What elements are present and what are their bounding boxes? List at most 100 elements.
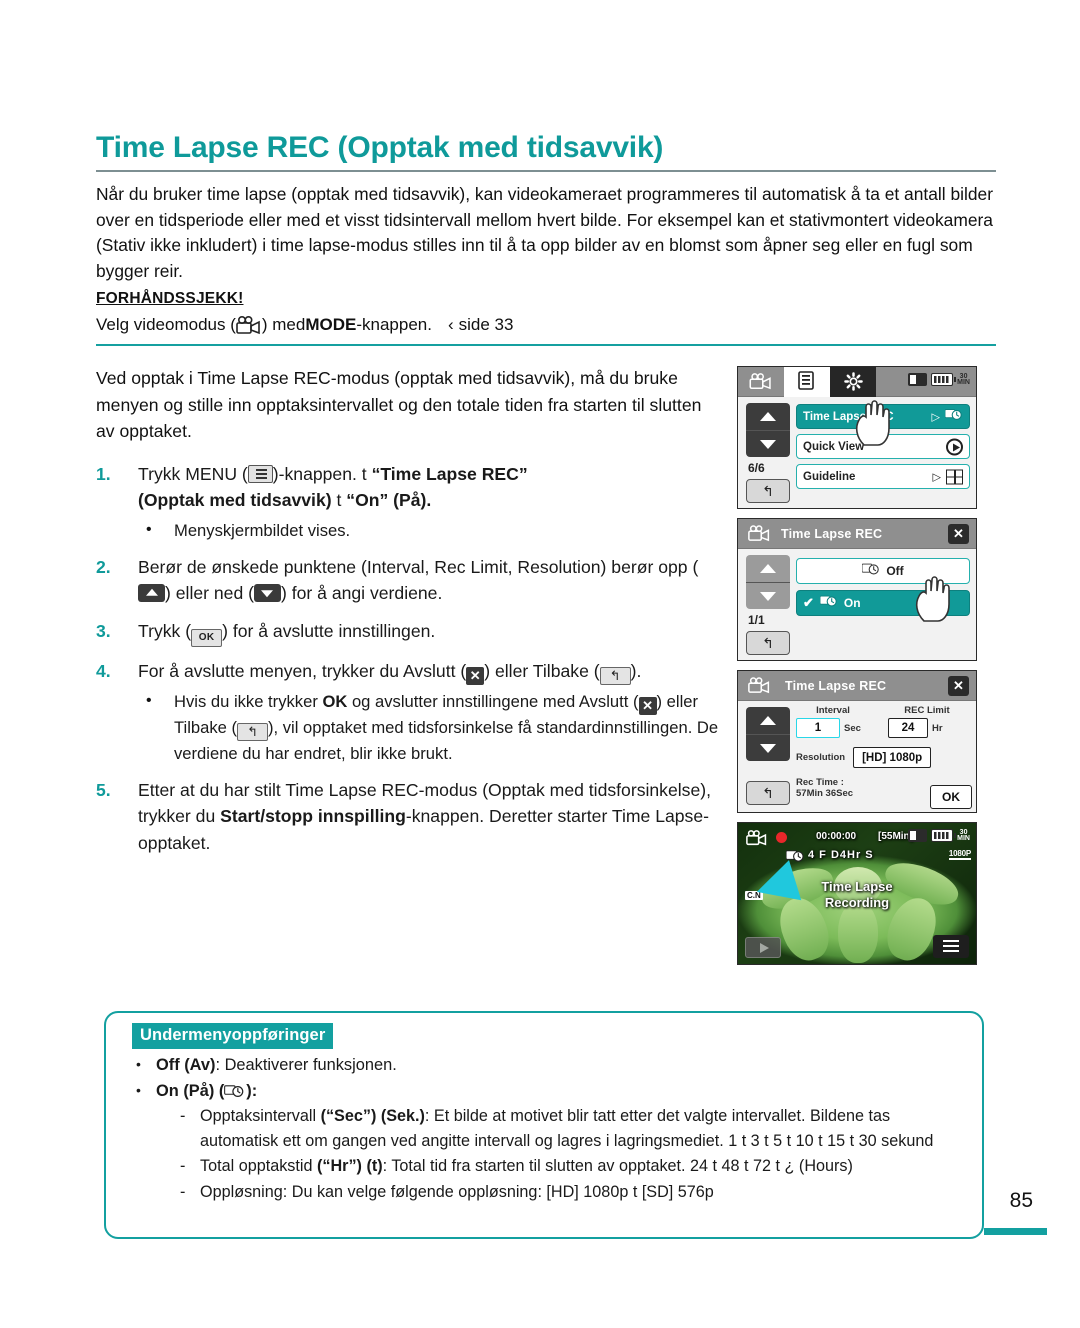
submenu-heading: Undermenyoppføringer: [132, 1023, 334, 1049]
resolution-label: Resolution: [796, 752, 846, 763]
lcd3-header-icon: [748, 677, 771, 694]
detail-3-lead: Oppløsning: Du kan velge følgende oppløs…: [200, 1182, 714, 1201]
scroll-up-button[interactable]: [746, 403, 790, 430]
precheck-text-after: -knappen.: [356, 315, 432, 334]
dash-marker: -: [180, 1182, 186, 1201]
tab-menu[interactable]: [784, 367, 830, 397]
camcorder-icon: [236, 315, 262, 335]
detail-2-lead: Total opptakstid: [200, 1157, 317, 1175]
lcd3-ok-button[interactable]: OK: [930, 785, 972, 809]
tab-video[interactable]: [738, 367, 784, 397]
precheck-line: Velg videomodus ( ) med MODE -knappen. ‹…: [96, 315, 996, 335]
recording-status-line1: Time Lapse: [821, 879, 893, 894]
precheck-text-before: Velg videomodus (: [96, 315, 236, 334]
lcd2-back-button[interactable]: ↰: [746, 631, 790, 655]
submenu-item-on-label: On (På): [156, 1082, 215, 1100]
step-item-2: 2. Berør de ønskede punktene (Interval, …: [96, 554, 721, 607]
step1-sub-text: Menyskjermbildet vises.: [174, 520, 351, 540]
play-circle-icon: [946, 438, 963, 455]
menu-icon: [247, 464, 273, 483]
step2-t3: ) for å angi verdiene.: [280, 583, 443, 603]
value-increase-button[interactable]: [746, 707, 790, 734]
step3-t1: Trykk (: [138, 620, 192, 641]
battery-icon: [931, 829, 957, 842]
submenu-entries-box: Undermenyoppføringer • Off (Av): Deaktiv…: [104, 1011, 984, 1239]
remaining-min-label: 30 MIN: [957, 372, 970, 386]
detail-2-bold: (“Hr”) (t): [316, 1157, 383, 1175]
interval-value[interactable]: 1: [796, 718, 840, 738]
time-lapse-icon: [944, 406, 963, 427]
step1-arrow1: t: [361, 463, 367, 484]
page-title-block: Time Lapse REC (Opptak med tidsavvik): [96, 131, 996, 172]
scroll-up-button[interactable]: [746, 555, 790, 582]
step3-t2: ) for å avslutte innstillingen.: [222, 620, 436, 641]
list-item: - Total opptakstid (“Hr”) (t): Total tid…: [178, 1154, 962, 1179]
scroll-down-button[interactable]: [746, 582, 790, 609]
body-lead-paragraph: Ved opptak i Time Lapse REC-modus (oppta…: [96, 368, 702, 441]
detail-2-rest: : Total tid fra starten til slutten av o…: [382, 1157, 853, 1175]
sd-card-icon: [908, 829, 928, 842]
submenu-item-off-desc: : Deaktiverer funksjonen.: [215, 1056, 397, 1074]
page-reference: side 33: [458, 315, 514, 334]
bullet-dot: •: [146, 520, 152, 538]
detail-1-lead: Opptaksintervall: [200, 1107, 321, 1125]
scroll-down-button[interactable]: [746, 430, 790, 457]
precheck-section: FORHÅNDSSJEKK! Velg videomodus ( ) med M…: [96, 290, 996, 346]
bullet-dot: •: [146, 691, 152, 709]
step1-bold-2: (Opptak med tidsavvik): [138, 490, 332, 510]
step4-t3: ).: [630, 660, 642, 681]
lcd1-status-icons: 30 MIN: [908, 373, 970, 386]
time-lapse-icon: [861, 561, 880, 582]
lcd3-header: Time Lapse REC ✕: [738, 671, 976, 701]
lcd-screen-menu-list: 30 MIN 6/6 ↰ Time Lapse REC ▷ Quick View…: [737, 366, 977, 509]
time-lapse-icon: [224, 1083, 246, 1099]
interval-unit: Sec: [844, 722, 861, 734]
playback-button[interactable]: [745, 937, 781, 958]
record-indicator: [776, 832, 787, 843]
menu-row-guideline[interactable]: Guideline ▷: [796, 464, 970, 489]
submenu-item-off-label: Off (Av): [156, 1056, 216, 1074]
mode-button-label: MODE: [305, 315, 357, 334]
step-number-1: 1.: [96, 463, 111, 484]
intro-paragraph: Når du bruker time lapse (opptak med tid…: [96, 184, 993, 281]
tab-settings[interactable]: [830, 367, 876, 397]
lcd2-header-icon: [748, 525, 771, 542]
bullet-dot: •: [136, 1056, 141, 1072]
list-item: - Oppløsning: Du kan velge følgende oppl…: [178, 1180, 962, 1205]
lcd1-nav-arrows: [746, 403, 790, 457]
lcd3-back-button[interactable]: ↰: [746, 781, 790, 805]
dash-marker: -: [180, 1157, 186, 1175]
list-item: • Off (Av): Deaktiverer funksjonen.: [132, 1053, 962, 1077]
option-row-on[interactable]: ✔ On: [796, 590, 970, 616]
quality-tag: 1080P: [948, 849, 971, 860]
lcd1-menu-rows: Time Lapse REC ▷ Quick View Guideline ▷: [796, 404, 970, 494]
menu-row-time-lapse-rec[interactable]: Time Lapse REC ▷: [796, 404, 970, 429]
resolution-value[interactable]: [HD] 1080p: [853, 747, 932, 768]
step-number-5: 5.: [96, 779, 111, 800]
rec-limit-value[interactable]: 24: [888, 718, 928, 738]
option-row-off[interactable]: Off: [796, 558, 970, 584]
lcd3-close-button[interactable]: ✕: [948, 676, 969, 696]
step1-t1: Trykk MENU (: [138, 463, 248, 484]
check-icon: ✔: [803, 595, 814, 610]
lcd1-back-button[interactable]: ↰: [746, 479, 790, 503]
list-item: • Hvis du ikke trykker OK og avslutter i…: [138, 689, 721, 766]
step1-bold-3: “On” (På).: [346, 490, 432, 510]
bullet-dot: •: [136, 1082, 141, 1098]
step4-sub-p2: og avslutter innstillingene med Avslutt …: [347, 691, 639, 711]
interval-label: Interval: [816, 705, 850, 716]
close-icon: ✕: [638, 696, 657, 715]
lcd2-page-indicator: 1/1: [748, 613, 765, 627]
step-number-4: 4.: [96, 660, 111, 681]
lcd2-close-button[interactable]: ✕: [948, 524, 969, 544]
page-footer-bar: [984, 1228, 1047, 1235]
lcd2-header: Time Lapse REC ✕: [738, 519, 976, 549]
lcd4-status-icons: 30 MIN: [908, 829, 970, 842]
start-stop-label: Start/stopp innspilling: [220, 806, 406, 826]
title-divider: [96, 170, 996, 172]
value-decrease-button[interactable]: [746, 734, 790, 761]
menu-row-quick-view[interactable]: Quick View: [796, 434, 970, 459]
menu-button[interactable]: [933, 935, 969, 958]
submenu-item-on-close: ):: [246, 1082, 258, 1100]
guideline-icon: [946, 469, 963, 484]
